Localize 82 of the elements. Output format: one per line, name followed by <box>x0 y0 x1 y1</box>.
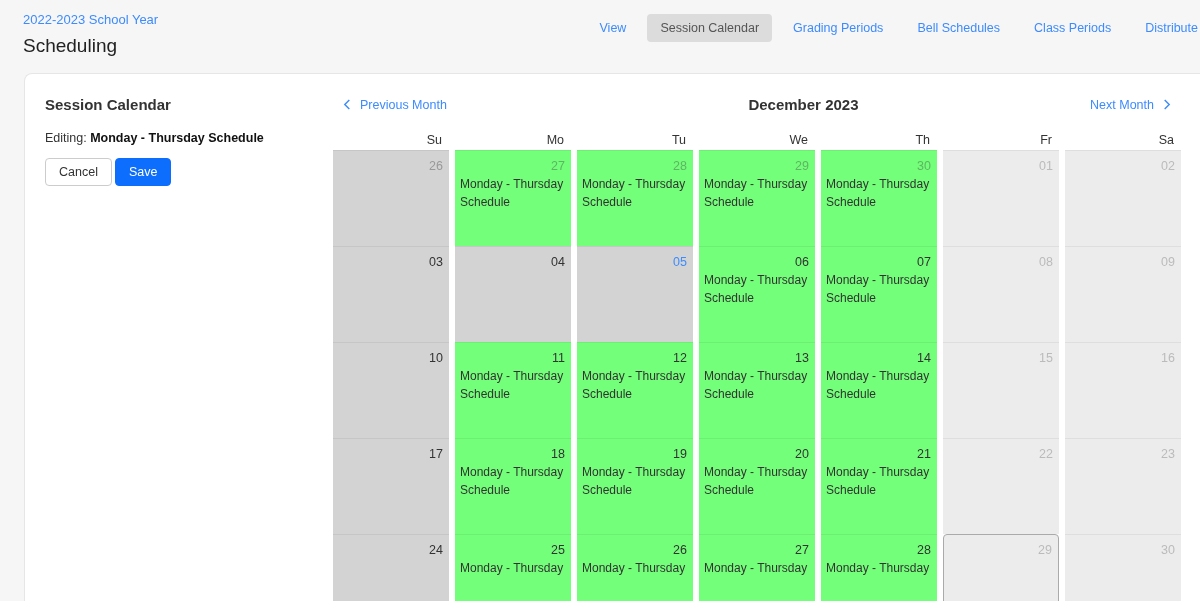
day-number: 18 <box>550 447 565 461</box>
day-cell[interactable]: 30 Monday - Thursday Schedule <box>821 150 937 246</box>
day-number: 28 <box>672 159 687 173</box>
day-number: 07 <box>916 255 931 269</box>
day-cell[interactable]: 12 Monday - Thursday Schedule <box>577 342 693 438</box>
day-cell[interactable]: 27 Monday - Thursday <box>699 534 815 601</box>
weekday-header: Tu <box>670 133 687 149</box>
schedule-label: Monday - Thursday Schedule <box>826 272 931 307</box>
schedule-label: Monday - Thursday <box>826 560 931 577</box>
day-number: 25 <box>550 543 565 557</box>
day-cell[interactable]: 28 Monday - Thursday Schedule <box>577 150 693 246</box>
day-number: 24 <box>428 543 443 557</box>
day-number: 19 <box>672 447 687 461</box>
day-number: 30 <box>916 159 931 173</box>
schedule-label: Monday - Thursday Schedule <box>582 464 687 499</box>
weekday-header: Mo <box>545 133 565 149</box>
schedule-label: Monday - Thursday Schedule <box>460 176 565 211</box>
day-cell[interactable]: 26 Monday - Thursday <box>577 534 693 601</box>
day-number: 11 <box>551 351 565 365</box>
day-number: 12 <box>672 351 687 365</box>
page-title: Scheduling <box>23 35 119 57</box>
month-title: December 2023 <box>748 96 859 113</box>
schedule-label: Monday - Thursday Schedule <box>460 368 565 403</box>
schedule-label: Monday - Thursday Schedule <box>826 368 931 403</box>
editing-label: Editing: Monday - Thursday Schedule <box>45 131 265 145</box>
schedule-label: Monday - Thursday <box>704 560 809 577</box>
day-number: 29 <box>794 159 809 173</box>
day-cell[interactable]: 21 Monday - Thursday Schedule <box>821 438 937 534</box>
day-number: 20 <box>794 447 809 461</box>
day-number: 04 <box>550 255 565 269</box>
nav-tab[interactable]: Session Calendar <box>647 14 773 42</box>
day-number: 28 <box>916 543 931 557</box>
schedule-label: Monday - Thursday Schedule <box>826 464 931 499</box>
day-number: 14 <box>916 351 931 365</box>
day-cell[interactable]: 19 Monday - Thursday Schedule <box>577 438 693 534</box>
day-cell[interactable]: 29 Monday - Thursday Schedule <box>699 150 815 246</box>
schedule-label: Monday - Thursday Schedule <box>704 368 809 403</box>
day-number: 27 <box>550 159 565 173</box>
day-number: 06 <box>794 255 809 269</box>
day-cell[interactable]: 04 <box>455 246 571 342</box>
weekday-header: Fr <box>1039 133 1053 149</box>
day-cell[interactable]: 25 Monday - Thursday <box>455 534 571 601</box>
day-cell[interactable]: 18 Monday - Thursday Schedule <box>455 438 571 534</box>
schedule-label: Monday - Thursday <box>460 560 565 577</box>
day-number: 03 <box>428 255 443 269</box>
day-cell[interactable]: 14 Monday - Thursday Schedule <box>821 342 937 438</box>
day-cell[interactable]: 13 Monday - Thursday Schedule <box>699 342 815 438</box>
schedule-label: Monday - Thursday Schedule <box>460 464 565 499</box>
day-cell[interactable]: 10 <box>333 342 449 438</box>
day-number: 05 <box>672 255 687 269</box>
day-cell[interactable]: 11 Monday - Thursday Schedule <box>455 342 571 438</box>
panel-title: Session Calendar <box>45 96 172 113</box>
day-cell[interactable]: 06 Monday - Thursday Schedule <box>699 246 815 342</box>
day-cell[interactable]: 24 <box>333 534 449 601</box>
chevron-left-icon <box>343 98 352 111</box>
day-number: 27 <box>794 543 809 557</box>
schedule-label: Monday - Thursday Schedule <box>704 464 809 499</box>
schedule-label: Monday - Thursday Schedule <box>582 368 687 403</box>
weekday-header: We <box>788 133 809 149</box>
save-button[interactable]: Save <box>114 158 172 186</box>
schedule-label: Monday - Thursday Schedule <box>704 272 809 307</box>
schedule-label: Monday - Thursday Schedule <box>826 176 931 211</box>
day-number: 13 <box>794 351 809 365</box>
chevron-right-icon <box>1162 98 1171 111</box>
weekday-header: Sa <box>1157 133 1175 149</box>
weekday-header: Th <box>914 133 931 149</box>
day-cell[interactable]: 20 Monday - Thursday Schedule <box>699 438 815 534</box>
day-number: 17 <box>428 447 443 461</box>
day-cell[interactable]: 17 <box>333 438 449 534</box>
schedule-label: Monday - Thursday <box>582 560 687 577</box>
day-cell[interactable]: 07 Monday - Thursday Schedule <box>821 246 937 342</box>
schedule-label: Monday - Thursday Schedule <box>704 176 809 211</box>
day-number: 21 <box>916 447 931 461</box>
day-cell[interactable]: 03 <box>333 246 449 342</box>
day-number: 26 <box>428 159 443 173</box>
weekday-header: Su <box>425 133 443 149</box>
day-cell[interactable]: 27 Monday - Thursday Schedule <box>455 150 571 246</box>
day-number: 26 <box>672 543 687 557</box>
schedule-label: Monday - Thursday Schedule <box>582 176 687 211</box>
day-cell[interactable]: 28 Monday - Thursday <box>821 534 937 601</box>
cancel-button[interactable]: Cancel <box>45 158 112 186</box>
day-number: 10 <box>428 351 443 365</box>
